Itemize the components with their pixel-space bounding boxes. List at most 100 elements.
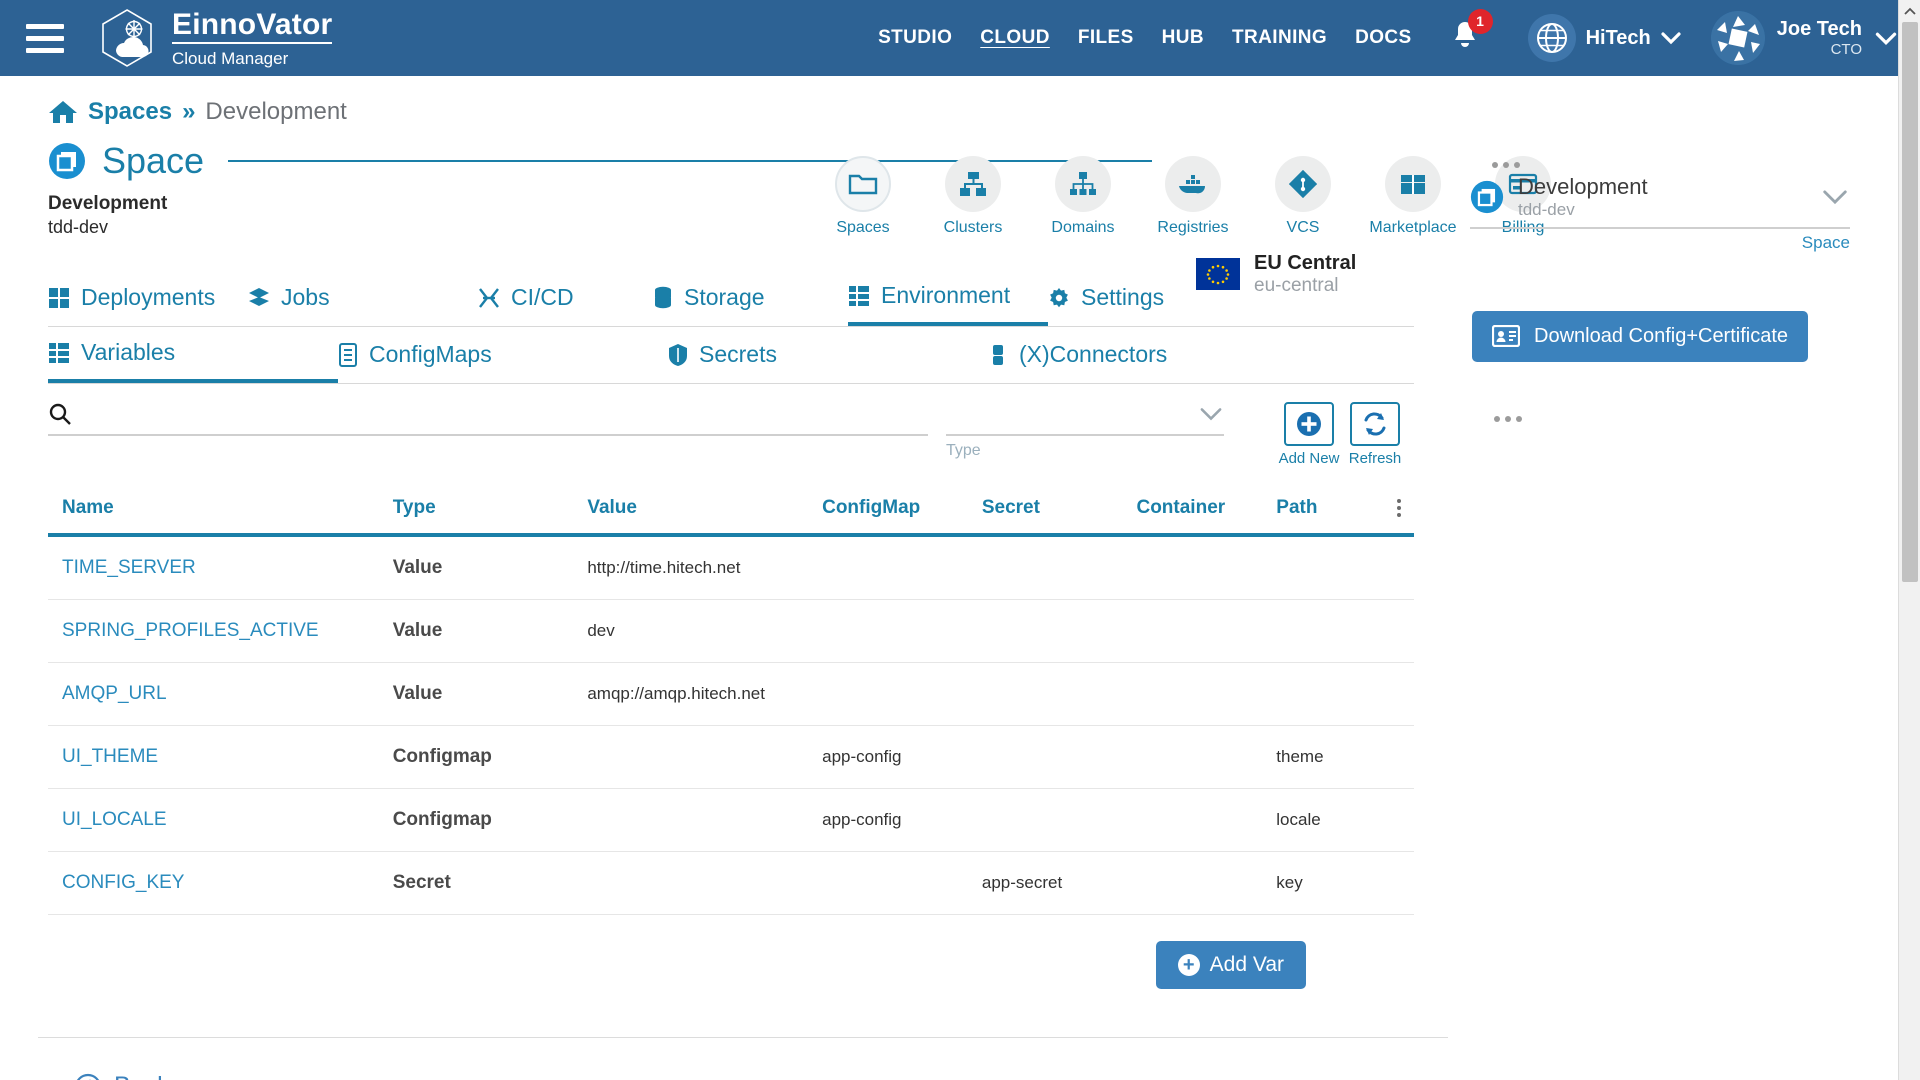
table-header: Name Type Value ConfigMap Secret Contain… xyxy=(48,491,1414,538)
cell-container xyxy=(1136,725,1277,790)
subtab-label: Variables xyxy=(81,339,176,366)
cell-name[interactable]: AMQP_URL xyxy=(48,662,393,727)
column-header-type[interactable]: Type xyxy=(392,491,588,538)
toolbar-label: Spaces xyxy=(836,219,890,236)
scrollbar-thumb[interactable] xyxy=(1902,22,1918,582)
pipeline-icon xyxy=(479,288,499,308)
cell-actions[interactable] xyxy=(1384,725,1414,790)
nav-item-cloud[interactable]: CLOUD xyxy=(980,27,1050,49)
cell-name[interactable]: CONFIG_KEY xyxy=(48,851,393,916)
cell-configmap xyxy=(822,851,982,916)
table-row[interactable]: UI_THEME Configmap app-config theme xyxy=(48,725,1414,790)
avatar xyxy=(1710,11,1765,65)
cell-name[interactable]: UI_THEME xyxy=(48,725,393,790)
subtab-variables[interactable]: Variables xyxy=(48,327,338,384)
toolbar-item-clusters[interactable]: Clusters xyxy=(930,156,1016,237)
cell-configmap xyxy=(822,599,982,664)
toolbar-item-marketplace[interactable]: Marketplace xyxy=(1369,156,1457,237)
add-new-button[interactable]: Add New xyxy=(1279,402,1339,467)
tab-storage[interactable]: Storage xyxy=(653,274,848,326)
panel-secondary-handle[interactable] xyxy=(1494,415,1898,422)
sitemap-icon xyxy=(1055,156,1111,212)
docker-whale-icon xyxy=(1165,156,1221,212)
hamburger-menu-icon[interactable] xyxy=(26,21,66,55)
cell-actions[interactable] xyxy=(1384,599,1414,664)
column-header-value[interactable]: Value xyxy=(587,491,823,538)
notifications-button[interactable]: 1 xyxy=(1450,8,1493,58)
notification-badge: 1 xyxy=(1467,8,1493,34)
back-link[interactable]: Back xyxy=(74,1072,1452,1080)
search-icon[interactable] xyxy=(48,402,72,426)
plus-circle-icon xyxy=(1297,412,1321,437)
brand-logo[interactable]: EinnoVator Cloud Manager xyxy=(96,7,333,69)
nav-item-files[interactable]: FILES xyxy=(1078,27,1134,49)
chevron-down-icon xyxy=(1661,32,1681,45)
region-code: eu-central xyxy=(1254,275,1339,296)
refresh-label: Refresh xyxy=(1348,450,1402,468)
cell-actions[interactable] xyxy=(1384,535,1414,601)
home-icon[interactable] xyxy=(48,99,78,125)
table-row[interactable]: AMQP_URL Value amqp://amqp.hitech.net xyxy=(48,662,1414,727)
column-header-configmap[interactable]: ConfigMap xyxy=(822,491,982,538)
panel-drag-handle[interactable] xyxy=(1492,162,1898,168)
tab-cicd[interactable]: CI/CD xyxy=(478,274,653,326)
tab-jobs[interactable]: Jobs xyxy=(248,274,478,326)
nav-item-hub[interactable]: HUB xyxy=(1162,27,1204,49)
tab-environment[interactable]: Environment xyxy=(848,274,1048,327)
breadcrumb-root[interactable]: Spaces xyxy=(88,98,172,126)
layers-icon xyxy=(249,287,269,306)
cell-name[interactable]: SPRING_PROFILES_ACTIVE xyxy=(48,599,393,664)
toolbar-item-domains[interactable]: Domains xyxy=(1040,156,1126,237)
type-filter-select[interactable]: Type xyxy=(946,402,1224,460)
search-input[interactable] xyxy=(82,403,928,426)
tab-deployments[interactable]: Deployments xyxy=(48,274,248,326)
space-selector-card[interactable]: Development tdd-dev xyxy=(1470,174,1850,229)
nav-item-docs[interactable]: DOCS xyxy=(1355,27,1412,49)
main-content: Spaces » Development Space Development t… xyxy=(0,76,1551,1080)
cell-configmap: app-config xyxy=(822,788,982,853)
chevron-down-icon xyxy=(1875,32,1897,45)
panel-space-id: tdd-dev xyxy=(1518,200,1575,220)
subtab-xconnectors[interactable]: (X)Connectors xyxy=(988,327,1167,383)
chevron-down-icon[interactable] xyxy=(1820,188,1850,206)
scroll-up-button[interactable] xyxy=(1899,0,1920,22)
column-header-actions[interactable] xyxy=(1384,491,1414,538)
cell-actions[interactable] xyxy=(1384,788,1414,853)
toolbar-item-spaces[interactable]: Spaces xyxy=(820,156,906,237)
column-header-path[interactable]: Path xyxy=(1276,491,1385,538)
toolbar-item-registries[interactable]: Registries xyxy=(1150,156,1236,237)
org-selector[interactable]: HiTech xyxy=(1527,14,1681,62)
cell-value: dev xyxy=(587,599,823,664)
subtab-label: (X)Connectors xyxy=(1019,341,1168,368)
nav-item-studio[interactable]: STUDIO xyxy=(878,27,952,49)
nav-item-training[interactable]: TRAINING xyxy=(1232,27,1327,49)
column-header-container[interactable]: Container xyxy=(1136,491,1277,538)
page-scrollbar[interactable] xyxy=(1898,0,1920,1080)
cell-type: Configmap xyxy=(392,788,588,853)
download-config-certificate-button[interactable]: Download Config+Certificate xyxy=(1472,310,1809,362)
table-row[interactable]: CONFIG_KEY Secret app-secret key xyxy=(48,851,1414,916)
tab-settings[interactable]: Settings xyxy=(1048,274,1164,326)
table-row[interactable]: SPRING_PROFILES_ACTIVE Value dev xyxy=(48,599,1414,664)
cell-actions[interactable] xyxy=(1384,851,1414,916)
refresh-icon xyxy=(1364,412,1386,436)
toolbar-label: Domains xyxy=(1051,219,1115,236)
cell-actions[interactable] xyxy=(1384,662,1414,727)
cell-container xyxy=(1136,788,1277,853)
refresh-button[interactable]: Refresh xyxy=(1348,402,1402,467)
tab-label: Deployments xyxy=(81,284,216,311)
toolbar-item-vcs[interactable]: VCS xyxy=(1260,156,1346,237)
cell-name[interactable]: TIME_SERVER xyxy=(48,535,393,601)
table-row[interactable]: UI_LOCALE Configmap app-config locale xyxy=(48,788,1414,853)
table-row[interactable]: TIME_SERVER Value http://time.hitech.net xyxy=(48,535,1414,601)
subtab-configmaps[interactable]: ConfigMaps xyxy=(338,327,668,383)
cell-name[interactable]: UI_LOCALE xyxy=(48,788,393,853)
cell-path xyxy=(1276,599,1385,664)
space-icon xyxy=(1470,180,1504,214)
kebab-menu-icon[interactable] xyxy=(1384,499,1414,518)
user-menu[interactable]: Joe Tech CTO xyxy=(1710,11,1898,65)
subtab-secrets[interactable]: Secrets xyxy=(668,327,988,383)
column-header-secret[interactable]: Secret xyxy=(981,491,1137,538)
add-var-button[interactable]: + Add Var xyxy=(1155,941,1306,990)
column-header-name[interactable]: Name xyxy=(48,491,393,538)
